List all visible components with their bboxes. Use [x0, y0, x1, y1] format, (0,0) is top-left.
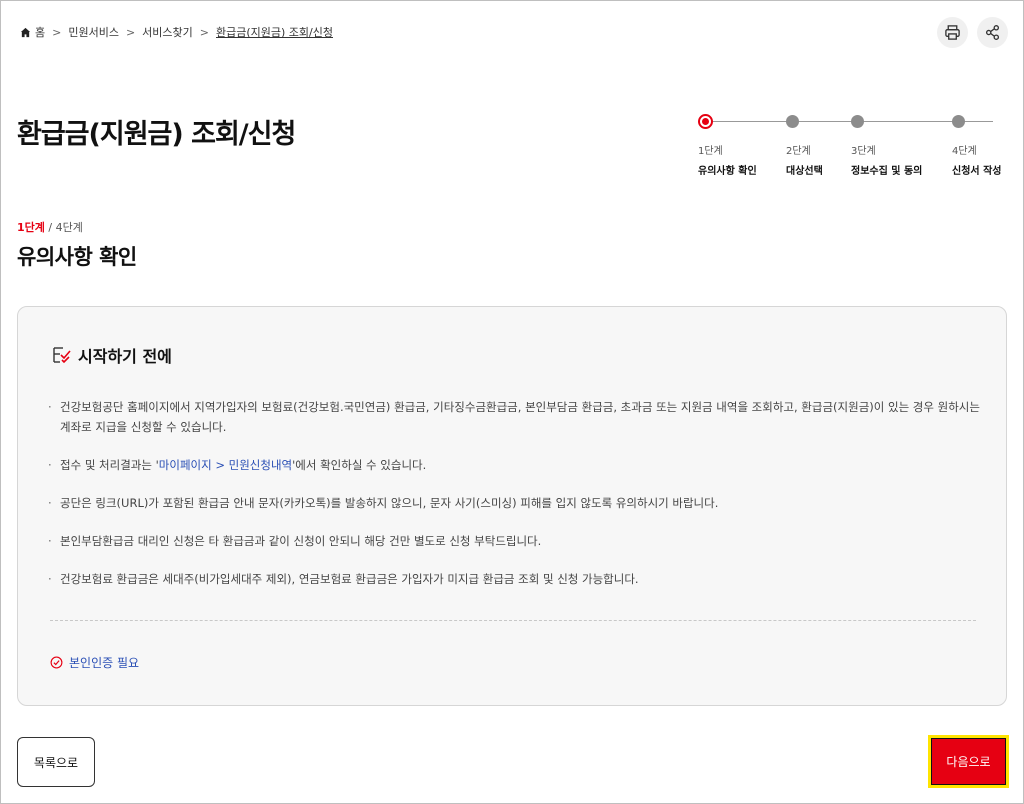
step-1-num: 1단계 — [698, 146, 723, 157]
notice-box: 시작하기 전에 건강보험공단 홈페이지에서 지역가입자의 보험료(건강보험.국민… — [17, 306, 1007, 706]
notice-item: 건강보험료 환급금은 세대주(비가입세대주 제외), 연금보험료 환급금은 가입… — [46, 569, 986, 589]
back-to-list-button[interactable]: 목록으로 — [17, 737, 95, 787]
step-dot-3 — [851, 115, 864, 128]
notice-item-text: '에서 확인하실 수 있습니다. — [292, 458, 427, 472]
auth-required: 본인인증 필요 — [50, 654, 139, 671]
top-actions — [937, 17, 1008, 48]
notice-item-text: 접수 및 처리결과는 ' — [60, 458, 159, 472]
chevron-right-icon: > — [52, 25, 62, 39]
chevron-right-icon: > — [199, 25, 209, 39]
step-dot-4 — [952, 115, 965, 128]
step-3-name: 정보수집 및 동의 — [851, 166, 923, 177]
notice-item: 본인부담환급금 대리인 신청은 타 환급금과 같이 신청이 안되니 해당 건만 … — [46, 531, 986, 551]
breadcrumb-item-civil-service[interactable]: 민원서비스 — [68, 24, 119, 40]
breadcrumb-home[interactable]: 홈 — [35, 24, 45, 40]
print-icon — [945, 25, 960, 40]
step-dot-1 — [698, 114, 713, 129]
auth-required-label: 본인인증 필요 — [69, 656, 140, 670]
step-2-name: 대상선택 — [786, 166, 823, 177]
notice-item: 공단은 링크(URL)가 포함된 환급금 안내 문자(카카오톡)를 발송하지 않… — [46, 493, 986, 513]
print-button[interactable] — [937, 17, 968, 48]
notice-list: 건강보험공단 홈페이지에서 지역가입자의 보험료(건강보험.국민연금) 환급금,… — [46, 397, 986, 607]
section-title: 유의사항 확인 — [17, 245, 137, 269]
step-4-name: 신청서 작성 — [952, 166, 1002, 177]
step-indicator: 1단계 / 4단계 — [17, 219, 83, 235]
breadcrumb: 홈 > 민원서비스 > 서비스찾기 > 환급금(지원금) 조회/신청 — [20, 24, 333, 40]
chevron-right-icon: > — [125, 25, 136, 39]
step-2-num: 2단계 — [786, 146, 811, 157]
step-4-num: 4단계 — [952, 146, 977, 157]
step-3-num: 3단계 — [851, 146, 876, 157]
share-icon — [985, 25, 1000, 40]
step-dot-2 — [786, 115, 799, 128]
page-title: 환급금(지원금) 조회/신청 — [17, 119, 296, 150]
step-indicator-current: 1단계 — [17, 221, 45, 234]
step-1-name: 유의사항 확인 — [698, 166, 757, 177]
check-circle-icon — [50, 656, 63, 669]
stepper-line — [706, 121, 993, 122]
notice-item: 접수 및 처리결과는 '마이페이지 > 민원신청내역'에서 확인하실 수 있습니… — [46, 455, 986, 475]
next-button[interactable]: 다음으로 — [931, 738, 1006, 785]
notice-header: 시작하기 전에 — [52, 343, 172, 367]
breadcrumb-item-service-search[interactable]: 서비스찾기 — [142, 24, 193, 40]
divider — [50, 620, 976, 621]
checklist-icon — [53, 347, 71, 364]
step-indicator-total: / 4단계 — [44, 221, 83, 234]
notice-item: 건강보험공단 홈페이지에서 지역가입자의 보험료(건강보험.국민연금) 환급금,… — [46, 397, 986, 437]
next-button-highlight: 다음으로 — [928, 735, 1009, 788]
notice-title: 시작하기 전에 — [78, 347, 172, 366]
home-icon[interactable] — [20, 27, 31, 38]
mypage-link[interactable]: 마이페이지 > 민원신청내역 — [159, 458, 292, 472]
share-button[interactable] — [977, 17, 1008, 48]
breadcrumb-current[interactable]: 환급금(지원금) 조회/신청 — [216, 24, 333, 40]
progress-stepper: 1단계 유의사항 확인 2단계 대상선택 3단계 정보수집 및 동의 4단계 신… — [698, 114, 1016, 184]
